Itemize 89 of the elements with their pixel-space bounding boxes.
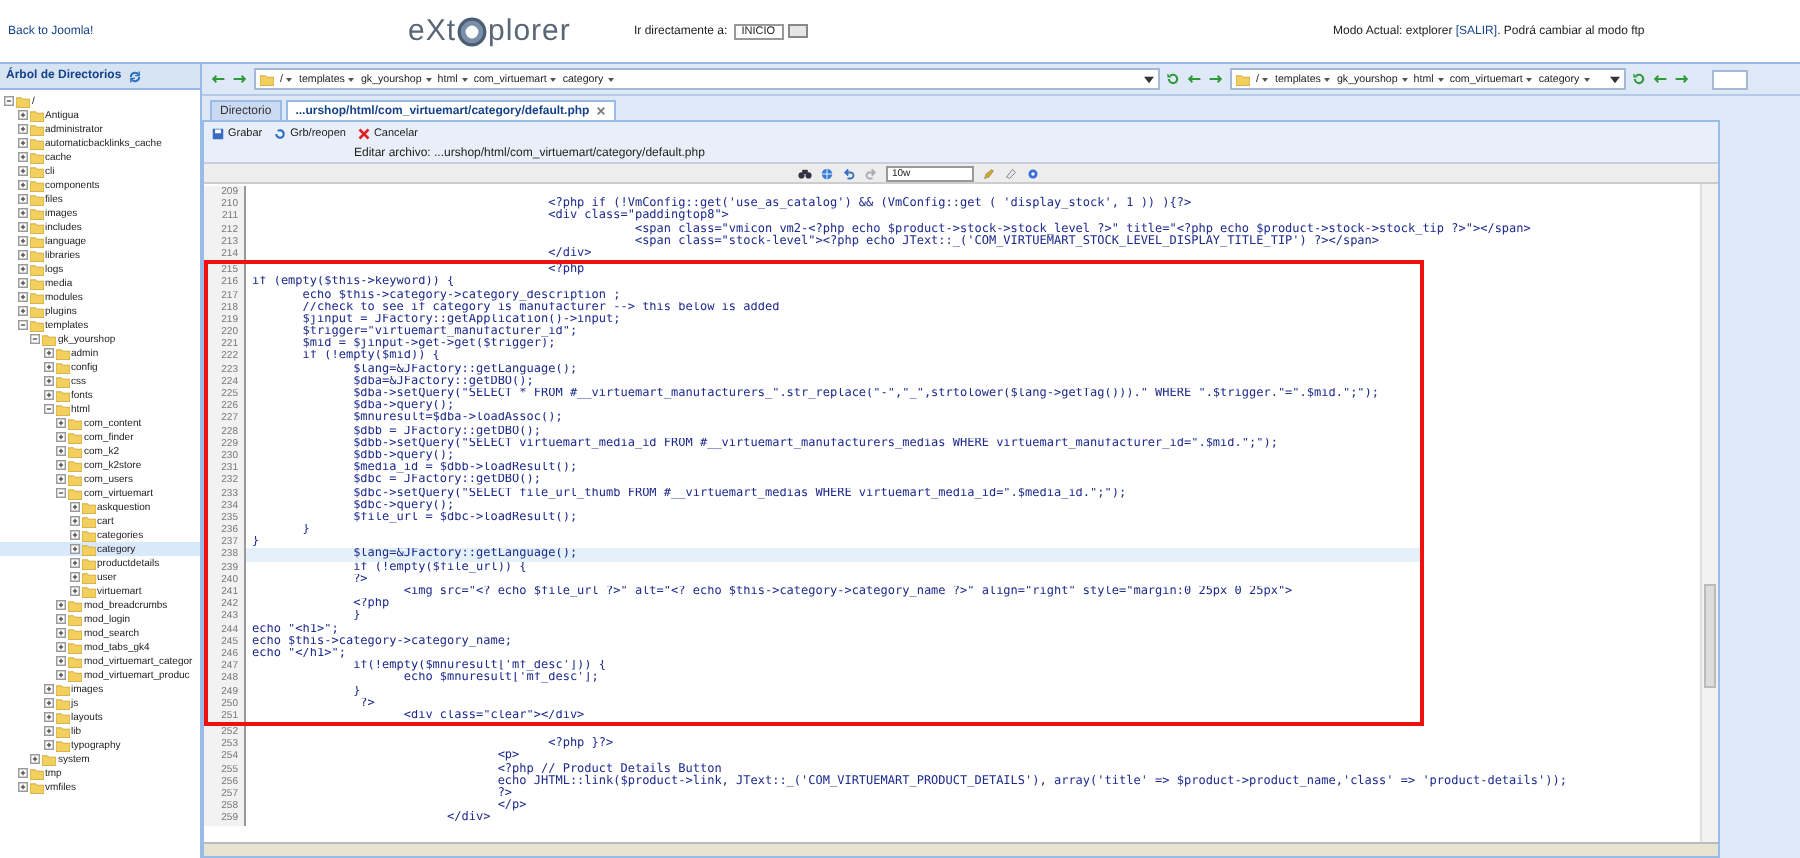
caret-icon [461,77,468,81]
caret-icon [1144,75,1154,83]
caret-icon [1401,77,1408,81]
toggle-icon[interactable] [30,754,40,764]
ring-icon [456,15,489,47]
toggle-icon[interactable] [69,558,79,568]
toggle-icon[interactable] [17,306,27,316]
toggle-icon[interactable] [43,390,53,400]
toggle-icon[interactable] [43,376,53,386]
toggle-icon[interactable] [69,586,79,596]
refresh-icon[interactable] [127,69,142,83]
toggle-icon[interactable] [56,642,66,652]
reload-icon[interactable] [1166,72,1180,86]
folder-icon [260,73,274,85]
toggle-icon[interactable] [56,432,66,442]
arrow-icon[interactable] [232,74,248,84]
reload-icon[interactable] [1632,72,1646,86]
toggle-icon[interactable] [17,138,27,148]
toggle-icon[interactable] [30,334,40,344]
logo-text: plorer [488,14,571,48]
caret-icon [1526,77,1533,81]
toggle-icon[interactable] [69,572,79,582]
toggle-icon[interactable] [56,656,66,666]
binoculars-icon[interactable] [798,167,812,179]
toggle-icon[interactable] [4,96,14,106]
caret-icon [607,77,614,81]
toggle-icon[interactable] [43,712,53,722]
go-button[interactable] [787,24,807,38]
toggle-icon[interactable] [17,320,27,330]
toggle-icon[interactable] [17,264,27,274]
scrollbar[interactable] [1700,184,1718,842]
globe-icon[interactable] [820,167,834,179]
toggle-icon[interactable] [17,292,27,302]
caret-icon [1262,77,1269,81]
toggle-icon[interactable] [17,166,27,176]
caret-icon [1324,77,1331,81]
caret-icon [1610,75,1620,83]
toggle-icon[interactable] [43,404,53,414]
arrow-icon[interactable] [1674,74,1690,84]
toggle-icon[interactable] [56,670,66,680]
cross-icon [357,127,370,139]
undo-icon[interactable] [842,167,856,179]
caret-icon [550,77,557,81]
toggle-icon[interactable] [69,530,79,540]
caret-icon [348,77,355,81]
toggle-icon[interactable] [17,250,27,260]
toggle-icon[interactable] [56,474,66,484]
toggle-icon[interactable] [17,124,27,134]
close-icon[interactable] [595,106,606,116]
toggle-icon[interactable] [56,418,66,428]
folder-icon [1236,73,1250,85]
toggle-icon[interactable] [43,684,53,694]
toggle-icon[interactable] [17,782,27,792]
toggle-icon[interactable] [56,446,66,456]
logo-text: eXt [408,14,457,48]
toggle-icon[interactable] [56,460,66,470]
toggle-icon[interactable] [43,362,53,372]
arrow-icon[interactable] [1652,74,1668,84]
toggle-icon[interactable] [17,110,27,120]
scroll-thumb[interactable] [1704,584,1716,688]
caret-icon [425,77,432,81]
toggle-icon[interactable] [43,726,53,736]
arrow-icon[interactable] [1208,74,1224,84]
floppy-icon [212,127,224,139]
toggle-icon[interactable] [69,516,79,526]
toggle-icon[interactable] [17,208,27,218]
toggle-icon[interactable] [17,222,27,232]
toggle-icon[interactable] [17,236,27,246]
toggle-icon[interactable] [17,194,27,204]
caret-icon [286,77,293,81]
toggle-icon[interactable] [17,152,27,162]
gear-icon[interactable] [1026,167,1040,179]
toggle-icon[interactable] [69,544,79,554]
toggle-icon[interactable] [56,614,66,624]
toggle-icon[interactable] [17,278,27,288]
caret-icon [1437,77,1444,81]
toggle-icon[interactable] [56,600,66,610]
toggle-icon[interactable] [43,698,53,708]
small-field[interactable] [1712,69,1748,89]
toggle-icon[interactable] [69,502,79,512]
arrow-icon[interactable] [1186,74,1202,84]
toggle-icon[interactable] [43,740,53,750]
toggle-icon[interactable] [17,180,27,190]
toggle-icon[interactable] [56,488,66,498]
toggle-icon[interactable] [56,628,66,638]
arrow-icon[interactable] [210,74,226,84]
toggle-icon[interactable] [43,348,53,358]
toggle-icon[interactable] [17,768,27,778]
caret-icon [1583,77,1590,81]
